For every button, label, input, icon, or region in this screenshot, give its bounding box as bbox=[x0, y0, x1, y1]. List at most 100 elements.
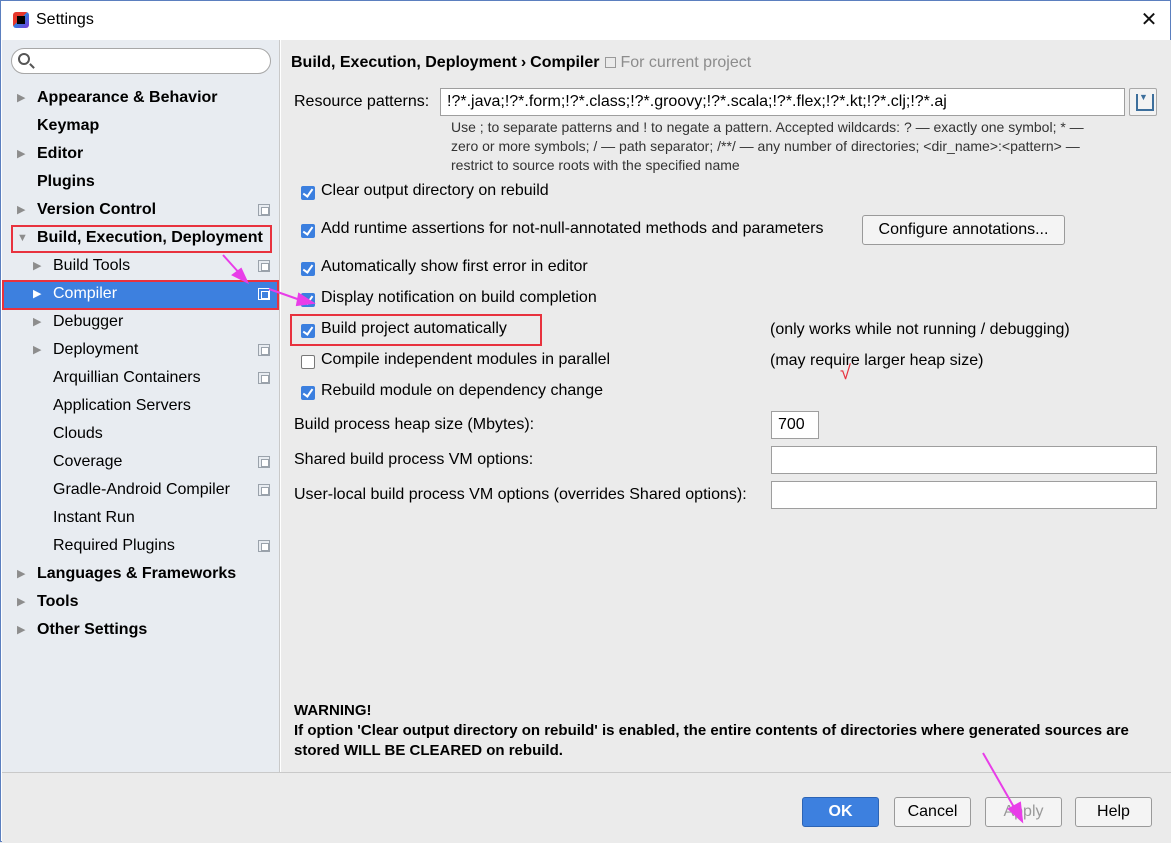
sidebar-item-label: Tools bbox=[37, 593, 79, 610]
chevron-right-icon[interactable]: ▶ bbox=[17, 196, 29, 224]
breadcrumb-current: Compiler bbox=[530, 54, 600, 71]
chevron-right-icon[interactable]: ▶ bbox=[17, 616, 29, 644]
intellij-logo-icon bbox=[13, 12, 29, 28]
resource-patterns-input[interactable]: !?*.java;!?*.form;!?*.class;!?*.groovy;!… bbox=[440, 88, 1125, 116]
annotation-box-build-execution bbox=[11, 225, 272, 253]
project-scope-icon bbox=[258, 204, 270, 216]
settings-window: Settings ✕ ▶ Appearance & Behavior Keymap ▶… bbox=[0, 0, 1171, 842]
checkbox-checked-icon[interactable] bbox=[301, 224, 315, 238]
heap-size-label: Build process heap size (Mbytes): bbox=[294, 416, 535, 433]
scope-text: For current project bbox=[620, 54, 752, 71]
checkbox-checked-icon[interactable] bbox=[301, 262, 315, 276]
chevron-right-icon[interactable]: ▶ bbox=[33, 336, 45, 364]
sidebar-item-label: Editor bbox=[37, 145, 84, 162]
sidebar-item-label: Other Settings bbox=[37, 621, 148, 638]
hint-line-1: Use ; to separate patterns and ! to nega… bbox=[451, 119, 1084, 135]
chevron-right-icon[interactable]: ▶ bbox=[17, 560, 29, 588]
project-scope-icon bbox=[258, 260, 270, 272]
build-automatically-note: (only works while not running / debuggin… bbox=[770, 321, 1070, 338]
hint-line-2: zero or more symbols; / — path separator… bbox=[451, 138, 1080, 154]
checkbox-checked-icon[interactable] bbox=[301, 386, 315, 400]
sidebar-item-instant-run[interactable]: Instant Run bbox=[2, 504, 279, 532]
sidebar-item-application-servers[interactable]: Application Servers bbox=[2, 392, 279, 420]
resource-patterns-label: Resource patterns: bbox=[294, 93, 430, 110]
sidebar-item-label: Required Plugins bbox=[53, 537, 175, 554]
sidebar-item-deployment[interactable]: ▶ Deployment bbox=[2, 336, 279, 364]
sidebar-item-languages-frameworks[interactable]: ▶ Languages & Frameworks bbox=[2, 560, 279, 588]
warning-title: WARNING! bbox=[294, 702, 372, 719]
checkbox-checked-icon[interactable] bbox=[301, 293, 315, 307]
sidebar-item-label: Deployment bbox=[53, 341, 139, 358]
hint-line-3: restrict to source roots with the specif… bbox=[451, 157, 740, 173]
cancel-button[interactable]: Cancel bbox=[894, 797, 971, 827]
sidebar-item-label: Application Servers bbox=[53, 397, 191, 414]
user-vm-options-input[interactable] bbox=[771, 481, 1157, 509]
dialog-footer: OK Cancel Apply Help bbox=[2, 772, 1171, 842]
runtime-assertions-label: Add runtime assertions for not-null-anno… bbox=[321, 220, 824, 237]
sidebar-item-clouds[interactable]: Clouds bbox=[2, 420, 279, 448]
expand-field-button[interactable] bbox=[1129, 88, 1157, 116]
sidebar-item-appearance-behavior[interactable]: ▶ Appearance & Behavior bbox=[2, 84, 279, 112]
sidebar-item-arquillian-containers[interactable]: Arquillian Containers bbox=[2, 364, 279, 392]
heap-size-input[interactable]: 700 bbox=[771, 411, 819, 439]
sidebar-item-label: Clouds bbox=[53, 425, 103, 442]
clear-output-label: Clear output directory on rebuild bbox=[321, 182, 549, 199]
chevron-right-icon[interactable]: ▶ bbox=[33, 252, 45, 280]
sidebar-item-label: Plugins bbox=[37, 173, 95, 190]
close-icon[interactable]: ✕ bbox=[1129, 5, 1169, 35]
project-scope-icon bbox=[605, 57, 617, 68]
sidebar-item-build-tools[interactable]: ▶ Build Tools bbox=[2, 252, 279, 280]
project-scope-icon bbox=[258, 540, 270, 552]
search-field[interactable] bbox=[11, 48, 271, 74]
sidebar-item-tools[interactable]: ▶ Tools bbox=[2, 588, 279, 616]
project-scope-icon bbox=[258, 372, 270, 384]
sidebar-item-debugger[interactable]: ▶ Debugger bbox=[2, 308, 279, 336]
sidebar-item-plugins[interactable]: Plugins bbox=[2, 168, 279, 196]
user-vm-options-label: User-local build process VM options (ove… bbox=[294, 486, 747, 503]
sidebar-item-required-plugins[interactable]: Required Plugins bbox=[2, 532, 279, 560]
annotation-box-build-automatically bbox=[290, 314, 542, 346]
sidebar-item-label: Debugger bbox=[53, 313, 124, 330]
compiler-settings-panel: Build, Execution, Deployment › Compiler For… bbox=[281, 40, 1171, 772]
shared-vm-options-label: Shared build process VM options: bbox=[294, 451, 534, 468]
project-scope-icon bbox=[258, 344, 270, 356]
chevron-right-icon[interactable]: ▶ bbox=[33, 308, 45, 336]
checkbox-checked-icon[interactable] bbox=[301, 186, 315, 200]
checkbox-unchecked-icon[interactable] bbox=[301, 355, 315, 369]
resource-patterns-hint: Use ; to separate patterns and ! to nega… bbox=[451, 118, 1161, 175]
sidebar-item-label: Appearance & Behavior bbox=[37, 89, 218, 106]
sidebar-item-label: Coverage bbox=[53, 453, 123, 470]
warning-message: WARNING! If option 'Clear output directo… bbox=[294, 701, 1164, 761]
sidebar-item-editor[interactable]: ▶ Editor bbox=[2, 140, 279, 168]
project-scope-icon bbox=[258, 484, 270, 496]
chevron-right-icon[interactable]: ▶ bbox=[17, 588, 29, 616]
sidebar-item-label: Keymap bbox=[37, 117, 100, 134]
sidebar-item-label: Instant Run bbox=[53, 509, 135, 526]
sidebar-item-gradle-android-compiler[interactable]: Gradle-Android Compiler bbox=[2, 476, 279, 504]
chevron-right-icon[interactable]: ▶ bbox=[17, 140, 29, 168]
build-notification-label: Display notification on build completion bbox=[321, 289, 597, 306]
parallel-compile-note: (may require larger heap size) bbox=[770, 352, 984, 369]
shared-vm-options-input[interactable] bbox=[771, 446, 1157, 474]
sidebar-item-label: Arquillian Containers bbox=[53, 369, 201, 386]
sidebar-item-coverage[interactable]: Coverage bbox=[2, 448, 279, 476]
sidebar-item-version-control[interactable]: ▶ Version Control bbox=[2, 196, 279, 224]
parallel-compile-label: Compile independent modules in parallel bbox=[321, 351, 611, 368]
scope-label: For current project bbox=[605, 54, 751, 71]
sidebar-item-keymap[interactable]: Keymap bbox=[2, 112, 279, 140]
sidebar-item-other-settings[interactable]: ▶ Other Settings bbox=[2, 616, 279, 644]
title-bar: Settings ✕ bbox=[1, 1, 1170, 40]
annotation-box-compiler bbox=[2, 280, 279, 310]
breadcrumb-parent[interactable]: Build, Execution, Deployment bbox=[291, 54, 517, 71]
sidebar-item-label: Languages & Frameworks bbox=[37, 565, 237, 582]
apply-button[interactable]: Apply bbox=[985, 797, 1062, 827]
sidebar-item-label: Version Control bbox=[37, 201, 157, 218]
configure-annotations-button[interactable]: Configure annotations... bbox=[862, 215, 1065, 245]
sidebar-item-label: Build Tools bbox=[53, 257, 131, 274]
project-scope-icon bbox=[258, 456, 270, 468]
breadcrumb-separator: › bbox=[520, 54, 527, 71]
help-button[interactable]: Help bbox=[1075, 797, 1152, 827]
chevron-right-icon[interactable]: ▶ bbox=[17, 84, 29, 112]
show-first-error-label: Automatically show first error in editor bbox=[321, 258, 588, 275]
ok-button[interactable]: OK bbox=[802, 797, 879, 827]
